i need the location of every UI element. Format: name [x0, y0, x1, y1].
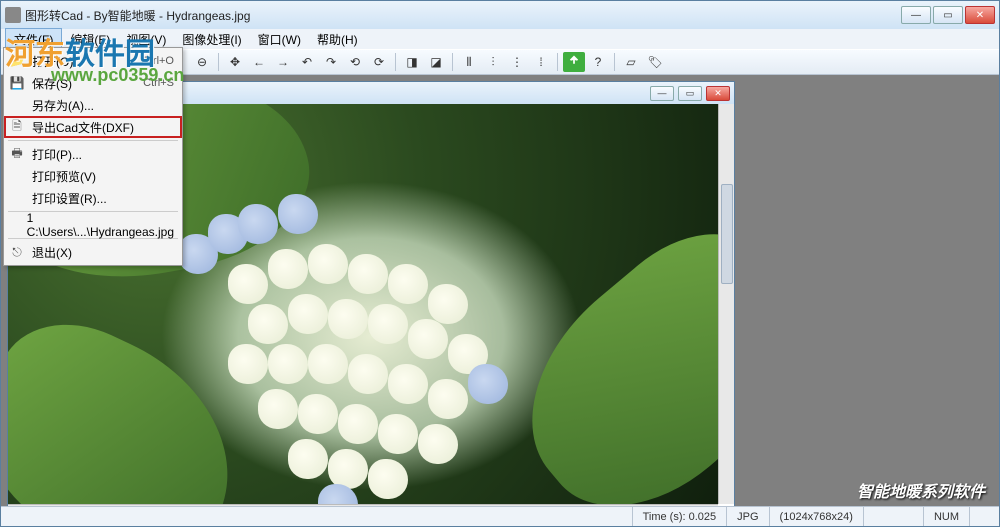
tb-help-icon[interactable]: ? — [587, 52, 609, 72]
status-dimensions: (1024x768x24) — [769, 507, 863, 526]
mi-export-dxf[interactable]: 🗎 导出Cad文件(DXF) — [4, 116, 182, 138]
print-setup-icon — [8, 190, 26, 206]
menu-help[interactable]: 帮助(H) — [309, 29, 366, 50]
mi-print-preview[interactable]: 打印预览(V) — [4, 165, 182, 187]
horizontal-scrollbar[interactable] — [8, 504, 718, 506]
tb-sep — [395, 53, 396, 71]
menu-image[interactable]: 图像处理(I) — [174, 29, 249, 50]
mi-exit[interactable]: ⎋ 退出(X) — [4, 241, 182, 263]
status-time: Time (s): 0.025 — [632, 507, 727, 526]
mi-save-as[interactable]: 另存为(A)... — [4, 94, 182, 116]
print-preview-icon — [8, 168, 26, 184]
tb-adjust4-icon[interactable]: ⁞ — [530, 52, 552, 72]
doc-minimize-button[interactable]: — — [650, 86, 674, 101]
file-menu-dropdown: 📂 打开(O)... Ctrl+O 💾 保存(S) Ctrl+S 另存为(A).… — [3, 47, 183, 266]
tb-arrow-right-icon[interactable]: → — [272, 52, 294, 72]
vertical-scrollbar[interactable] — [718, 104, 734, 504]
statusbar: Time (s): 0.025 JPG (1024x768x24) NUM — [1, 506, 999, 526]
tb-arrow-left-icon[interactable]: ← — [248, 52, 270, 72]
save-icon: 💾 — [8, 75, 26, 91]
open-icon: 📂 — [8, 53, 26, 69]
app-icon — [5, 7, 21, 23]
menu-separator — [8, 140, 178, 141]
tb-tag-icon[interactable]: 🏷 — [644, 52, 666, 72]
tb-sep — [614, 53, 615, 71]
tb-adjust3-icon[interactable]: ⋮ — [506, 52, 528, 72]
tb-crop-icon[interactable]: ▱ — [620, 52, 642, 72]
doc-maximize-button[interactable]: ▭ — [678, 86, 702, 101]
status-empty2 — [969, 507, 999, 526]
export-icon: 🗎 — [8, 119, 26, 135]
tb-flip-h-icon[interactable]: ◨ — [401, 52, 423, 72]
recent-icon — [8, 217, 21, 233]
status-numlock: NUM — [923, 507, 969, 526]
app-window: 图形转Cad - By智能地暖 - Hydrangeas.jpg — ▭ ✕ 文… — [0, 0, 1000, 527]
print-icon: 🖶 — [8, 146, 26, 162]
mi-print-setup[interactable]: 打印设置(R)... — [4, 187, 182, 209]
flower-cluster — [168, 204, 588, 504]
mi-print[interactable]: 🖶 打印(P)... — [4, 143, 182, 165]
tb-rotate-ccw-icon[interactable]: ⟲ — [344, 52, 366, 72]
saveas-icon — [8, 97, 26, 113]
tb-move-icon[interactable]: ✥ — [224, 52, 246, 72]
tb-sep — [557, 53, 558, 71]
window-title: 图形转Cad - By智能地暖 - Hydrangeas.jpg — [25, 7, 899, 24]
exit-icon: ⎋ — [8, 244, 26, 260]
titlebar: 图形转Cad - By智能地暖 - Hydrangeas.jpg — ▭ ✕ — [1, 1, 999, 29]
tb-adjust2-icon[interactable]: ⫶ — [482, 52, 504, 72]
tb-zoomout-icon[interactable]: ⊖ — [191, 52, 213, 72]
tb-flip-v-icon[interactable]: ◪ — [425, 52, 447, 72]
tb-redo-icon[interactable]: ↷ — [320, 52, 342, 72]
tb-rotate-cw-icon[interactable]: ⟳ — [368, 52, 390, 72]
mi-recent-1[interactable]: 1 C:\Users\...\Hydrangeas.jpg — [4, 214, 182, 236]
tb-adjust1-icon[interactable]: ⫴ — [458, 52, 480, 72]
minimize-button[interactable]: — — [901, 6, 931, 24]
maximize-button[interactable]: ▭ — [933, 6, 963, 24]
tb-sep — [218, 53, 219, 71]
tb-run-icon[interactable] — [563, 52, 585, 72]
close-button[interactable]: ✕ — [965, 6, 995, 24]
menu-window[interactable]: 窗口(W) — [250, 29, 309, 50]
tb-sep — [452, 53, 453, 71]
scroll-thumb[interactable] — [721, 184, 733, 284]
doc-close-button[interactable]: ✕ — [706, 86, 730, 101]
status-format: JPG — [726, 507, 768, 526]
status-empty — [863, 507, 923, 526]
menubar: 文件(F) 编辑(E) 视图(V) 图像处理(I) 窗口(W) 帮助(H) — [1, 29, 999, 49]
window-buttons: — ▭ ✕ — [899, 6, 995, 24]
tb-undo-icon[interactable]: ↶ — [296, 52, 318, 72]
mi-open[interactable]: 📂 打开(O)... Ctrl+O — [4, 50, 182, 72]
mi-save[interactable]: 💾 保存(S) Ctrl+S — [4, 72, 182, 94]
